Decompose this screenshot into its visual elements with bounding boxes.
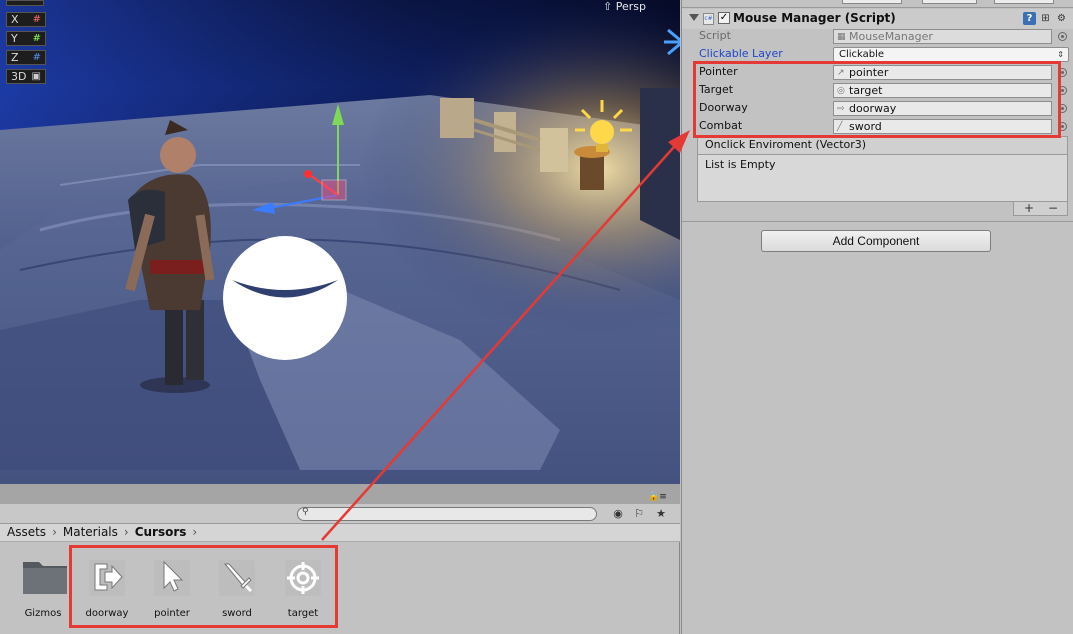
object-picker-icon[interactable] <box>1058 32 1067 41</box>
filter-by-type-icon[interactable]: ◉ <box>609 506 627 522</box>
add-event-button[interactable]: + <box>1024 202 1034 214</box>
transform-scale-row <box>682 0 1073 8</box>
divider <box>682 221 1073 222</box>
event-list-header: Onclick Enviroment (Vector3) <box>697 136 1068 154</box>
script-label: Script <box>699 29 731 42</box>
breadcrumb-item-materials[interactable]: Materials <box>63 525 118 539</box>
clickable-layer-label: Clickable Layer <box>699 47 783 60</box>
chevron-right-icon: › <box>192 525 198 539</box>
scene-toolbar-stub[interactable] <box>6 0 44 6</box>
favorite-star-icon[interactable]: ★ <box>652 506 670 522</box>
axis-y-toggle[interactable]: Y # <box>6 31 46 46</box>
grid-z-icon: # <box>32 52 41 63</box>
highlight-box-assets <box>69 545 338 628</box>
project-panel-tabbar: 🔒≡ <box>0 484 680 504</box>
chevron-right-icon: › <box>52 525 57 539</box>
highlight-box-fields <box>693 61 1061 138</box>
foldout-arrow-icon[interactable] <box>689 14 699 21</box>
axis-x-label: X <box>11 13 19 26</box>
asset-item-gizmos[interactable]: Gizmos <box>13 556 73 619</box>
scale-y-field[interactable] <box>922 0 977 4</box>
add-component-button[interactable]: Add Component <box>761 230 991 252</box>
preset-icon[interactable]: ⊞ <box>1039 12 1052 25</box>
lock-icon[interactable]: 🔒≡ <box>648 492 667 502</box>
grid-y-icon: # <box>32 33 41 44</box>
component-header[interactable]: c# ✓ Mouse Manager (Script) ? ⊞ ⚙ <box>682 9 1073 29</box>
perspective-icon: ⇧ <box>603 0 613 13</box>
toggle-3d-button[interactable]: 3D ▣ <box>6 69 46 84</box>
shield-icon: ▣ <box>31 71 41 82</box>
scene-render <box>0 0 680 484</box>
dropdown-arrow-icon: ⇕ <box>1057 50 1064 59</box>
axis-x-toggle[interactable]: X # <box>6 12 46 27</box>
component-title: Mouse Manager (Script) <box>733 11 896 25</box>
scene-view[interactable]: X # Y # Z # 3D ▣ ⇧ Persp <box>0 0 680 484</box>
filter-by-label-icon[interactable]: ⚐ <box>630 506 648 522</box>
perspective-label[interactable]: ⇧ Persp <box>603 0 646 13</box>
axis-y-label: Y <box>11 32 18 45</box>
axis-z-toggle[interactable]: Z # <box>6 50 46 65</box>
event-list-buttons: + − <box>1013 202 1068 216</box>
script-field[interactable]: ▦ MouseManager <box>833 29 1052 44</box>
axis-z-label: Z <box>11 51 19 64</box>
folder-icon <box>21 556 67 596</box>
asset-label: Gizmos <box>24 608 62 619</box>
script-file-icon: ▦ <box>837 32 846 42</box>
event-list-body: List is Empty <box>697 154 1068 202</box>
search-input[interactable]: ⚲ <box>297 507 597 521</box>
script-file-icon: c# <box>703 13 714 25</box>
gear-icon[interactable]: ⚙ <box>1055 12 1068 25</box>
help-icon[interactable]: ? <box>1023 12 1036 25</box>
breadcrumb-item-assets[interactable]: Assets <box>7 525 46 539</box>
project-toolbar: ⚲ ◉ ⚐ ★ <box>0 504 680 524</box>
scale-x-field[interactable] <box>842 0 902 4</box>
toggle-3d-label: 3D <box>11 70 27 83</box>
breadcrumb: Assets › Materials › Cursors › <box>0 524 680 542</box>
grid-x-icon: # <box>32 14 41 25</box>
event-list-empty-text: List is Empty <box>705 158 776 171</box>
script-row: Script ▦ MouseManager <box>682 28 1073 46</box>
chevron-right-icon: › <box>123 525 129 539</box>
component-enabled-checkbox[interactable]: ✓ <box>718 12 730 24</box>
search-icon: ⚲ <box>302 507 309 517</box>
scale-z-field[interactable] <box>994 0 1054 4</box>
clickable-layer-dropdown[interactable]: Clickable ⇕ <box>833 47 1069 62</box>
breadcrumb-item-cursors[interactable]: Cursors <box>135 525 187 539</box>
remove-event-button[interactable]: − <box>1048 202 1058 214</box>
